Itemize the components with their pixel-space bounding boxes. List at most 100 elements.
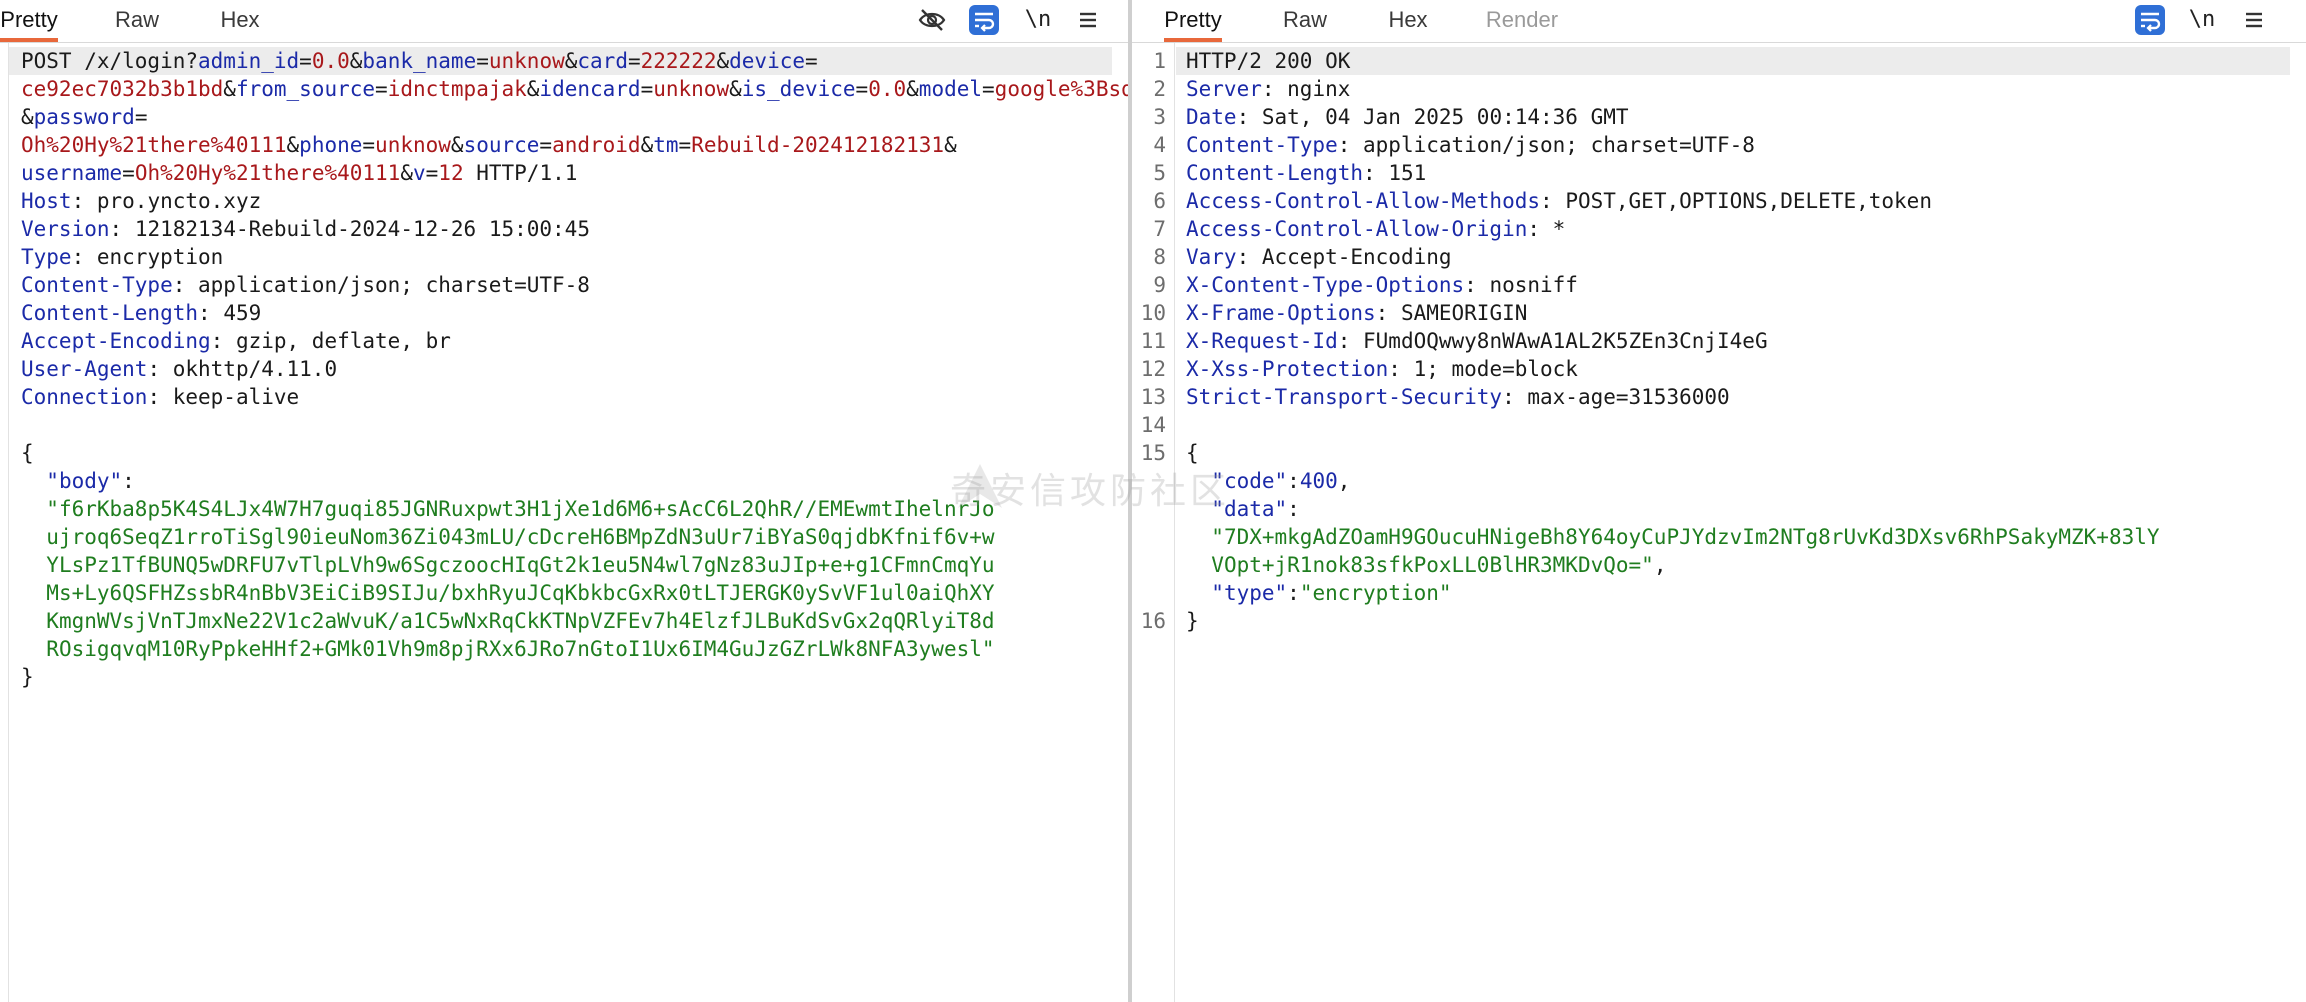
header-colon: : [147,357,173,381]
header-name: Content-Type [21,273,173,297]
header-colon: : [1388,357,1414,381]
param-key: username [21,161,123,185]
header-value: POST,GET,OPTIONS,DELETE,token [1565,189,1932,213]
header-value: Sat, 04 Jan 2025 00:14:36 GMT [1261,105,1629,129]
header-colon: : [1236,245,1262,269]
header-value: application/json; charset=UTF-8 [198,273,590,297]
response-tab-hex[interactable]: Hex [1386,0,1430,40]
request-editor[interactable]: POST /x/login?admin_id=0.0&bank_name=unk… [8,43,1589,1002]
header-name: Access-Control-Allow-Methods [1186,189,1541,213]
line-number: 8 [1153,245,1166,269]
header-name: Accept-Encoding [21,329,211,353]
header-name: Connection [21,385,148,409]
line-number: 16 [1140,609,1166,633]
request-tab-pretty[interactable]: Pretty [0,0,58,42]
header-value: nginx [1287,77,1351,101]
param-equals: = [476,49,489,73]
eye-slash-icon[interactable] [916,4,948,36]
header-colon: : [198,301,224,325]
json-colon: : [122,469,135,493]
param-key: tm [653,133,679,157]
param-value: Oh%20Hy%21there%40111 [134,161,401,185]
header-colon: : [1527,217,1553,241]
param-separator: & [729,77,742,101]
line-number: 7 [1153,217,1166,241]
response-tabbar: Pretty Raw Hex Render \n [1132,0,2306,43]
header-name: X-Xss-Protection [1186,357,1389,381]
header-colon: : [71,245,97,269]
header-value: encryption [96,245,224,269]
json-colon: : [1287,497,1300,521]
request-tabbar: Pretty Raw Hex \n [0,0,1128,43]
header-value: pro.yncto.xyz [96,189,262,213]
response-tab-render[interactable]: Render [1484,0,1560,40]
param-key: v [412,161,426,185]
header-value: max-age=31536000 [1527,385,1730,409]
param-separator: & [906,77,919,101]
json-comma: , [1337,469,1351,493]
wrap-lines-icon[interactable] [968,4,1000,36]
param-equals: = [122,161,135,185]
json-number-code: 400 [1299,469,1338,493]
line-number: 4 [1153,133,1166,157]
param-separator: & [349,49,363,73]
header-name: X-Content-Type-Options [1186,273,1465,297]
json-string-line: Ms+Ly6QSFHZssbR4nBbV3EiCiB9SIJu/bxhRyuJC… [46,581,995,605]
param-value: 0.0 [868,77,907,101]
wrap-lines-icon[interactable] [2134,4,2166,36]
header-value: nosniff [1489,273,1578,297]
header-value: 1; mode=block [1413,357,1578,381]
param-equals: = [640,77,654,101]
json-colon: : [1287,581,1300,605]
param-equals: = [539,133,553,157]
param-value: 0.0 [311,49,350,73]
header-value: 12182134-Rebuild-2024-12-26 15:00:45 [134,217,590,241]
json-key-data: "data" [1211,497,1288,521]
param-value: unknow [375,133,451,157]
param-equals: = [299,49,312,73]
header-value: FUmdOQwwy8nWAwA1AL2K5ZEn3CnjI4eG [1363,329,1768,353]
response-tab-pretty[interactable]: Pretty [1164,0,1222,42]
param-key: password [33,105,135,129]
param-separator: & [223,77,236,101]
line-number: 14 [1140,413,1166,437]
json-key-body: "body" [46,469,123,493]
menu-icon[interactable] [1072,4,1104,36]
header-name: Host [21,189,72,213]
line-number: 6 [1153,189,1166,213]
header-colon: : [147,385,173,409]
param-value: ce92ec7032b3b1bd [21,77,224,101]
param-equals: = [425,161,439,185]
param-key: model [918,77,983,101]
header-value: Accept-Encoding [1261,245,1452,269]
json-string-line: ujroq6SeqZ1rroTiSgl90ieuNom36Zi043mLU/cD… [46,525,995,549]
json-colon: : [1287,469,1300,493]
json-key-code: "code" [1211,469,1288,493]
header-value: SAMEORIGIN [1400,301,1528,325]
header-name: Content-Length [21,301,199,325]
json-comma: , [1653,553,1667,577]
json-string-type: "encryption" [1299,581,1452,605]
json-open-brace: { [1186,441,1199,465]
param-key: is_device [741,77,856,101]
menu-icon[interactable] [2238,4,2270,36]
json-string-line: VOpt+jR1nok83sfkPoxLL0BlHR3MKDvQo=" [1211,553,1654,577]
header-name: X-Request-Id [1186,329,1338,353]
newline-toggle-icon[interactable]: \n [2186,4,2218,36]
line-number: 11 [1140,329,1166,353]
param-key: from_source [235,77,376,101]
line-number: 10 [1140,301,1166,325]
header-colon: : [1464,273,1490,297]
param-value: android [552,133,641,157]
request-tab-raw[interactable]: Raw [114,0,160,40]
header-name: User-Agent [21,357,148,381]
param-separator: & [21,105,34,129]
response-tab-raw[interactable]: Raw [1282,0,1328,40]
param-separator: & [400,161,413,185]
json-close-brace: } [21,665,34,689]
request-tab-hex[interactable]: Hex [218,0,262,40]
header-colon: : [109,217,135,241]
response-pane: Pretty Raw Hex Render \n 1 2 3 4 5 6 7 8 9 10 11 12… [1132,0,2306,1002]
json-string-line: ROsigqvqM10RyPpkeHHf2+GMk01Vh9m8pjRXx6JR… [46,637,995,661]
newline-toggle-icon[interactable]: \n [1022,4,1054,36]
